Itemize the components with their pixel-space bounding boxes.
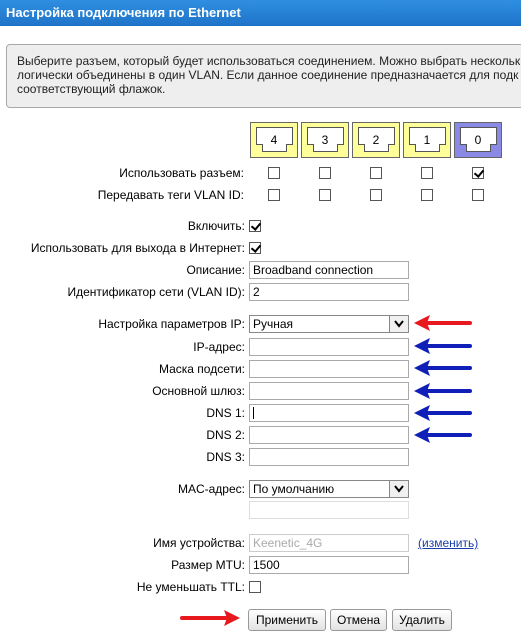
internet-label: Использовать для выхода в Интернет: bbox=[30, 241, 245, 255]
port-number: 1 bbox=[423, 133, 431, 147]
port-2: 2 bbox=[352, 122, 400, 158]
device-name-input: Keenetic_4G bbox=[249, 534, 409, 552]
port-1: 1 bbox=[403, 122, 451, 158]
vlan-id-input[interactable]: 2 bbox=[249, 283, 409, 301]
blue-arrow-icon bbox=[414, 338, 472, 354]
ip-address-input[interactable] bbox=[249, 338, 409, 356]
blue-arrow-icon bbox=[414, 427, 472, 443]
vlan-tags-label: Передавать теги VLAN ID: bbox=[97, 188, 244, 202]
enable-label: Включить: bbox=[187, 219, 245, 233]
blue-arrow-icon bbox=[414, 383, 472, 399]
dns3-label: DNS 3: bbox=[206, 450, 245, 464]
info-line-1: Выберите разъем, который будет использов… bbox=[17, 54, 521, 68]
port-number: 4 bbox=[270, 133, 278, 147]
ip-settings-label: Настройка параметров IP: bbox=[98, 317, 245, 331]
change-device-name-link[interactable]: (изменить) bbox=[418, 536, 478, 550]
device-name-label: Имя устройства: bbox=[153, 536, 245, 550]
dns1-label: DNS 1: bbox=[206, 406, 245, 420]
ttl-checkbox[interactable] bbox=[249, 581, 261, 593]
mac-label: MAC-адрес: bbox=[177, 482, 245, 496]
use-port-3-checkbox[interactable] bbox=[319, 167, 331, 179]
mtu-input[interactable]: 1500 bbox=[249, 556, 409, 574]
port-number: 2 bbox=[372, 133, 380, 147]
use-port-1-checkbox[interactable] bbox=[421, 167, 433, 179]
dns3-input[interactable] bbox=[249, 448, 409, 466]
vlan-tag-port-2-checkbox[interactable] bbox=[370, 189, 382, 201]
vlan-id-label: Идентификатор сети (VLAN ID): bbox=[67, 285, 246, 299]
port-0: 0 bbox=[454, 122, 502, 158]
window-title-bar: Настройка подключения по Ethernet bbox=[0, 0, 521, 26]
info-line-2: логически объединены в один VLAN. Если д… bbox=[17, 68, 519, 82]
red-arrow-icon bbox=[180, 610, 240, 626]
ip-address-label: IP-адрес: bbox=[193, 340, 245, 354]
port-number: 0 bbox=[474, 133, 482, 147]
description-input[interactable]: Broadband connection bbox=[249, 261, 409, 279]
use-port-4-checkbox[interactable] bbox=[268, 167, 280, 179]
chevron-down-icon[interactable] bbox=[389, 316, 408, 332]
port-number: 3 bbox=[321, 133, 329, 147]
gateway-label: Основной шлюз: bbox=[152, 384, 245, 398]
vlan-tag-port-1-checkbox[interactable] bbox=[421, 189, 433, 201]
chevron-down-icon[interactable] bbox=[389, 481, 408, 497]
dns2-input[interactable] bbox=[249, 426, 409, 444]
enable-checkbox[interactable] bbox=[249, 220, 261, 232]
delete-button[interactable]: Удалить bbox=[392, 609, 452, 631]
apply-button[interactable]: Применить bbox=[248, 609, 326, 631]
port-4: 4 bbox=[250, 122, 298, 158]
ttl-label: Не уменьшать TTL: bbox=[136, 580, 245, 594]
info-line-3: соответствующий флажок. bbox=[17, 82, 166, 96]
port-3: 3 bbox=[301, 122, 349, 158]
text-cursor bbox=[253, 407, 254, 419]
subnet-mask-input[interactable] bbox=[249, 360, 409, 378]
mac-custom-input[interactable] bbox=[249, 501, 409, 519]
red-arrow-icon bbox=[414, 315, 472, 331]
mac-value: По умолчанию bbox=[253, 482, 335, 496]
blue-arrow-icon bbox=[414, 360, 472, 376]
dns2-label: DNS 2: bbox=[206, 428, 245, 442]
vlan-tag-port-0-checkbox[interactable] bbox=[472, 189, 484, 201]
vlan-tag-port-3-checkbox[interactable] bbox=[319, 189, 331, 201]
use-port-0-checkbox[interactable] bbox=[472, 167, 484, 179]
vlan-tag-port-4-checkbox[interactable] bbox=[268, 189, 280, 201]
mtu-label: Размер MTU: bbox=[171, 558, 245, 572]
ip-settings-value: Ручная bbox=[253, 317, 294, 331]
description-label: Описание: bbox=[186, 263, 245, 277]
mac-select[interactable]: По умолчанию bbox=[249, 480, 409, 498]
use-port-label: Использовать разъем: bbox=[119, 166, 244, 180]
cancel-button[interactable]: Отмена bbox=[330, 609, 387, 631]
ip-settings-select[interactable]: Ручная bbox=[249, 315, 409, 333]
internet-checkbox[interactable] bbox=[249, 242, 261, 254]
blue-arrow-icon bbox=[414, 405, 472, 421]
info-box: Выберите разъем, который будет использов… bbox=[6, 44, 521, 108]
window-title: Настройка подключения по Ethernet bbox=[6, 5, 241, 20]
dns1-input[interactable] bbox=[249, 404, 409, 422]
use-port-2-checkbox[interactable] bbox=[370, 167, 382, 179]
subnet-mask-label: Маска подсети: bbox=[158, 362, 245, 376]
gateway-input[interactable] bbox=[249, 382, 409, 400]
